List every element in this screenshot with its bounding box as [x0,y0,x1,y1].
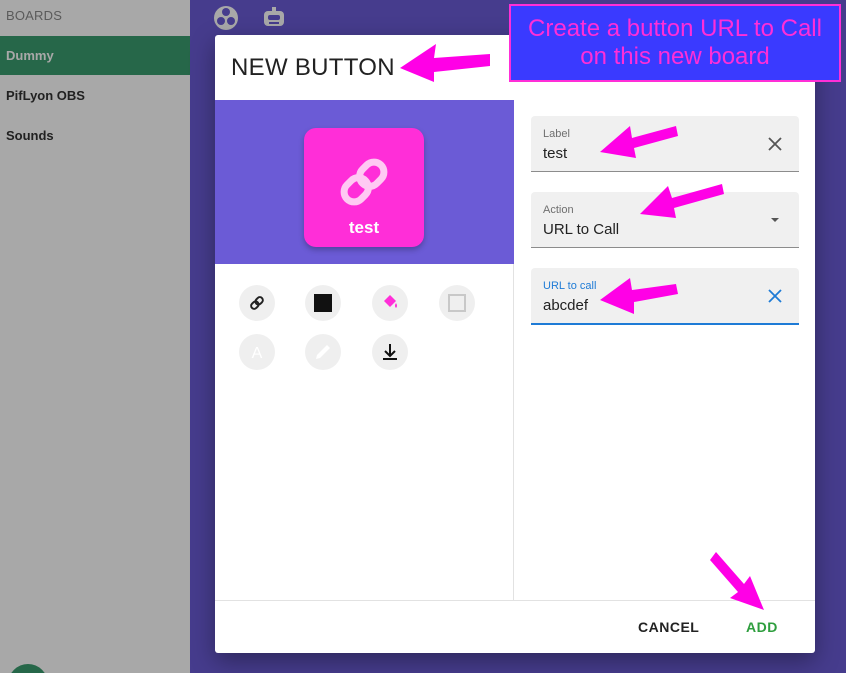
download-button[interactable] [372,334,408,370]
text-color-button[interactable]: A [239,334,275,370]
close-icon[interactable] [767,288,783,304]
action-select-value: URL to Call [543,221,620,238]
url-field-label: URL to call [543,280,597,292]
edit-icon-button[interactable] [305,334,341,370]
background-color-button[interactable] [305,285,341,321]
square-icon [314,294,332,312]
button-preview-area: test [215,100,514,264]
pencil-icon [316,345,330,359]
dialog-actions: CANCEL ADD [215,600,815,653]
button-preview: test [304,128,424,247]
border-button[interactable] [439,285,475,321]
button-settings: Label test Action URL to Call URL to cal… [515,100,815,600]
annotation-callout: Create a button URL to Call on this new … [509,4,841,82]
dialog-title: NEW BUTTON [231,54,395,81]
new-button-dialog: NEW BUTTON test A Label test Action URL … [215,35,815,653]
link-tool-button[interactable] [239,285,275,321]
link-icon [250,296,264,310]
paint-bucket-icon [384,295,397,308]
fill-color-button[interactable] [372,285,408,321]
button-preview-label: test [348,218,380,237]
link-icon [340,158,388,206]
url-field[interactable]: URL to call abcdef [531,268,799,325]
label-field-label: Label [543,128,570,140]
close-icon[interactable] [767,136,783,152]
action-select-label: Action [543,204,574,216]
label-field[interactable]: Label test [531,116,799,172]
svg-text:A: A [252,345,263,361]
download-icon [383,344,397,360]
text-icon: A [252,345,263,361]
annotation-text: Create a button URL to Call on this new … [528,15,822,70]
add-button[interactable]: ADD [746,619,778,635]
url-field-value: abcdef [543,297,589,314]
chevron-down-icon[interactable] [767,212,783,228]
button-designer: test A [215,100,514,600]
outline-square-icon [448,294,466,312]
label-field-value: test [543,145,568,162]
cancel-button[interactable]: CANCEL [638,619,699,635]
action-select[interactable]: Action URL to Call [531,192,799,248]
